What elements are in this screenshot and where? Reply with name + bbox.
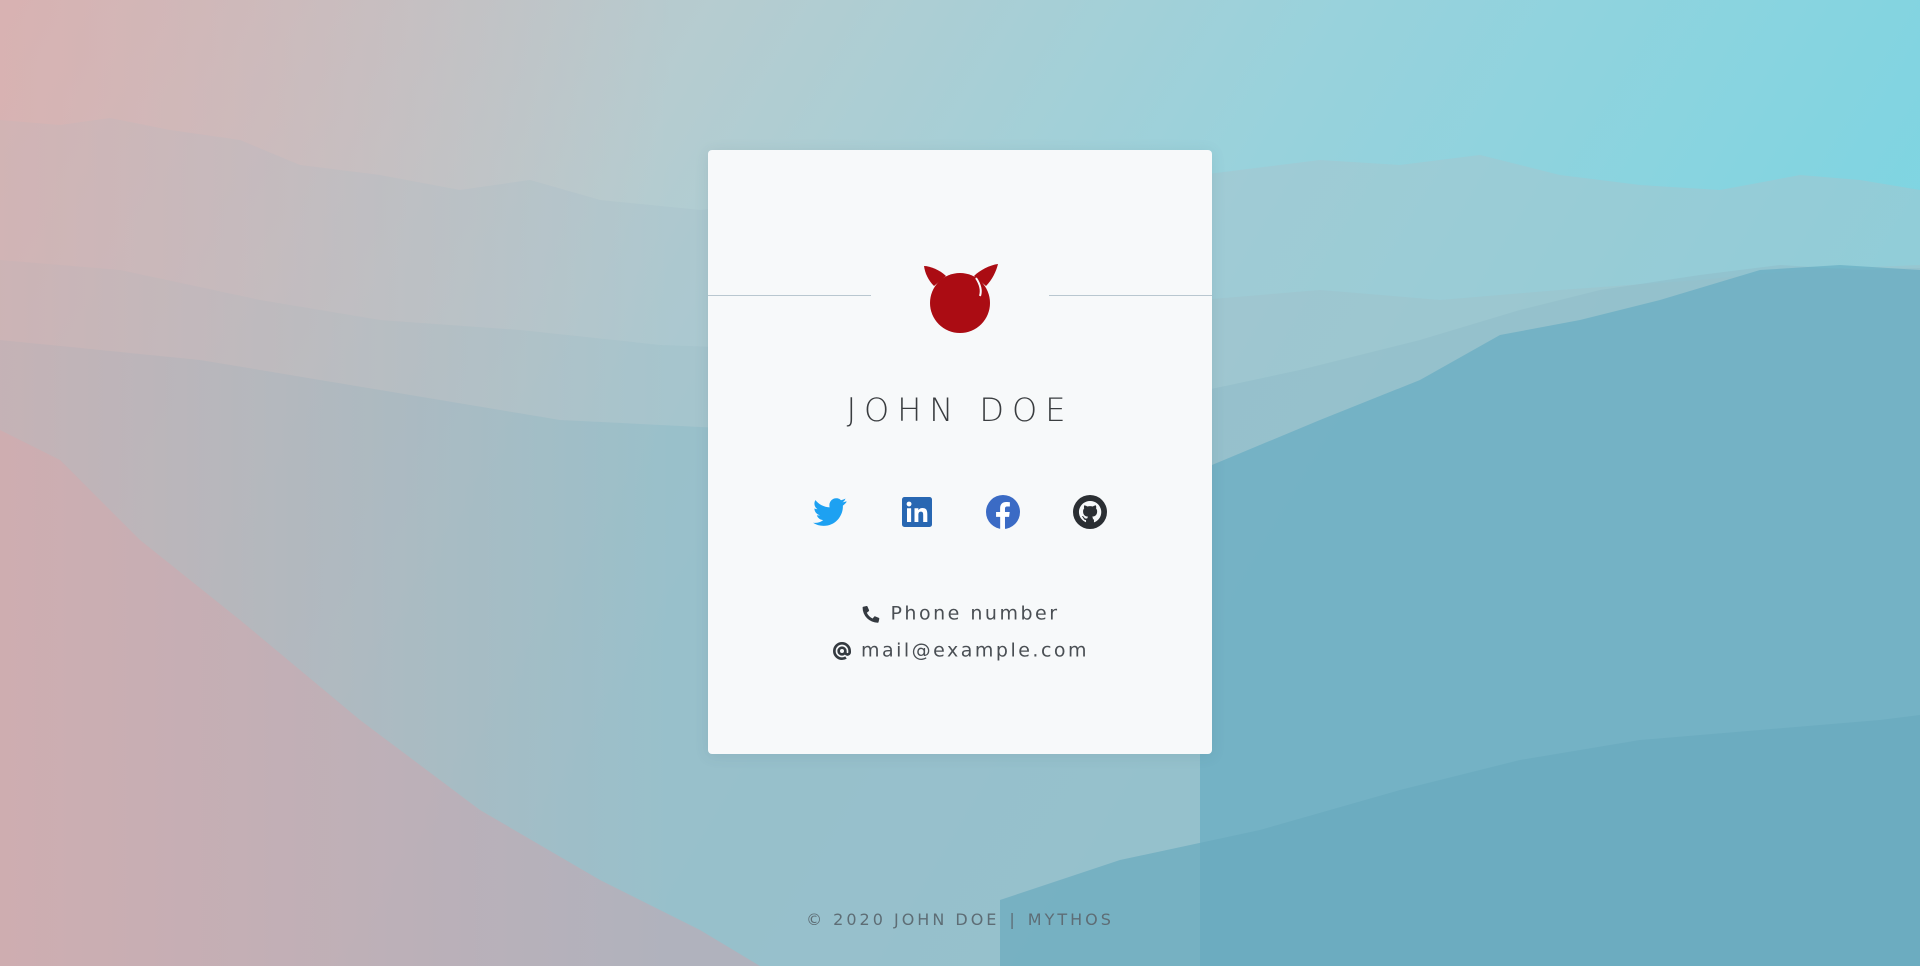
footer-separator: | [1009,910,1018,929]
email-row: mail@example.com [708,637,1212,664]
divider-line-right [1049,295,1212,296]
github-icon [1072,495,1107,529]
at-sign-icon [831,638,853,664]
phone-icon [860,601,882,627]
footer-brand-link[interactable]: MYTHOS [1028,910,1114,929]
phone-row: Phone number [708,600,1212,627]
divider-line-left [708,295,871,296]
email-text[interactable]: mail@example.com [861,640,1089,662]
twitter-icon [813,498,847,526]
twitter-link[interactable] [810,492,850,532]
facebook-icon [986,495,1021,529]
github-link[interactable] [1070,492,1110,532]
footer: © 2020 JOHN DOE | MYTHOS [0,908,1920,932]
freebsd-daemon-icon [920,260,1000,336]
profile-name: JOHN DOE [846,391,1074,429]
phone-text: Phone number [890,602,1060,625]
profile-card: JOHN DOE Phone number mail@example.com [708,150,1212,754]
linkedin-icon [901,497,932,527]
footer-copyright: © 2020 JOHN DOE [806,910,1000,929]
facebook-link[interactable] [983,492,1023,532]
social-links [808,492,1112,532]
linkedin-link[interactable] [897,492,937,532]
